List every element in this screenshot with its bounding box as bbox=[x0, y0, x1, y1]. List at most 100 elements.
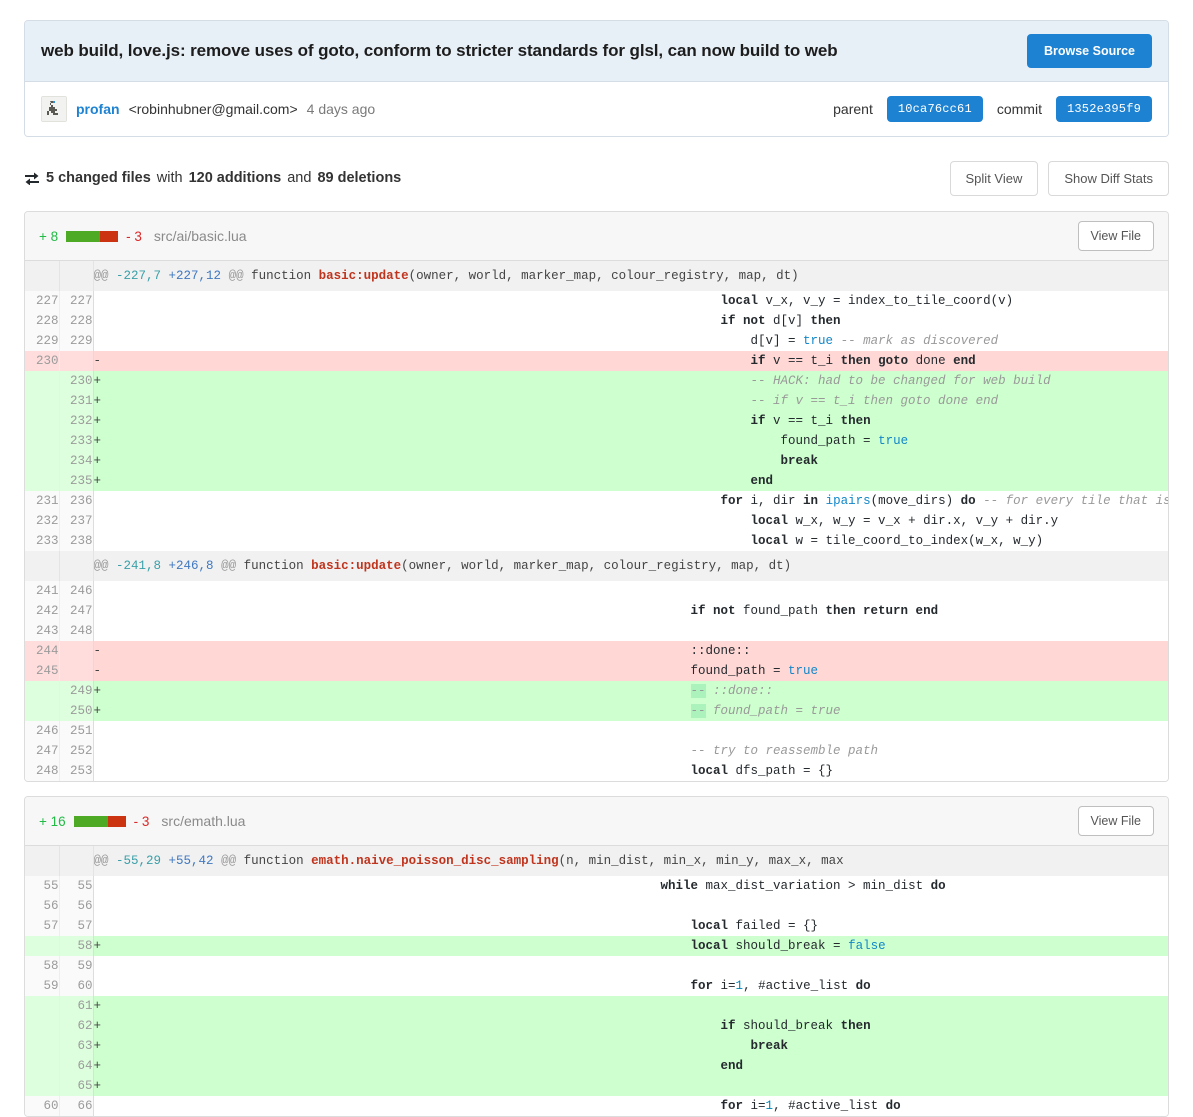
line-number-old[interactable]: 59 bbox=[25, 976, 60, 996]
line-number-old[interactable]: 232 bbox=[25, 511, 60, 531]
line-number-new[interactable]: 65 bbox=[59, 1076, 94, 1096]
line-number-old[interactable]: 248 bbox=[25, 761, 60, 781]
line-number-old[interactable] bbox=[25, 431, 60, 451]
line-number-new[interactable]: 247 bbox=[59, 601, 94, 621]
line-number-old[interactable]: 241 bbox=[25, 581, 60, 601]
browse-source-button[interactable]: Browse Source bbox=[1026, 34, 1152, 68]
line-number-new[interactable]: 233 bbox=[59, 431, 94, 451]
line-number-old[interactable]: 57 bbox=[25, 916, 60, 936]
line-number-new[interactable]: 252 bbox=[59, 741, 94, 761]
line-number-new[interactable]: 253 bbox=[59, 761, 94, 781]
line-number-new[interactable]: 66 bbox=[59, 1096, 94, 1116]
diff-icon bbox=[24, 171, 40, 186]
line-number-new[interactable]: 229 bbox=[59, 331, 94, 351]
line-number-old[interactable]: 227 bbox=[25, 291, 60, 311]
line-code: local should_break = false bbox=[630, 936, 1168, 956]
split-view-button[interactable]: Split View bbox=[949, 160, 1039, 196]
line-number-new[interactable]: 248 bbox=[59, 621, 94, 641]
line-code bbox=[630, 956, 1168, 976]
line-change-marker bbox=[93, 511, 631, 531]
line-number-old[interactable]: 231 bbox=[25, 491, 60, 511]
line-number-new[interactable]: 236 bbox=[59, 491, 94, 511]
diff-hunk-header-row: @@ -227,7 +227,12 @@ function basic:upda… bbox=[25, 261, 1168, 291]
line-number-old[interactable] bbox=[25, 451, 60, 471]
diff-line-row: 242 247 if not found_path then return end bbox=[25, 601, 1168, 621]
line-number-new[interactable] bbox=[59, 641, 94, 661]
line-number-old[interactable] bbox=[25, 1016, 60, 1036]
line-number-new[interactable] bbox=[59, 351, 94, 371]
line-number-old[interactable]: 247 bbox=[25, 741, 60, 761]
line-number-new[interactable]: 246 bbox=[59, 581, 94, 601]
line-change-marker: + bbox=[93, 936, 631, 956]
line-number-old[interactable] bbox=[25, 411, 60, 431]
line-number-new[interactable]: 249 bbox=[59, 681, 94, 701]
line-code: -- ::done:: bbox=[630, 681, 1168, 701]
author-name[interactable]: profan bbox=[76, 101, 120, 117]
view-file-button[interactable]: View File bbox=[1077, 806, 1154, 836]
line-change-marker bbox=[93, 1096, 631, 1116]
line-number-old[interactable] bbox=[25, 996, 60, 1016]
line-change-marker bbox=[93, 721, 631, 741]
line-number-old[interactable]: 55 bbox=[25, 876, 60, 896]
line-number-old[interactable] bbox=[25, 701, 60, 721]
line-number-new[interactable]: 234 bbox=[59, 451, 94, 471]
line-number-old[interactable] bbox=[25, 391, 60, 411]
line-number-new[interactable]: 57 bbox=[59, 916, 94, 936]
line-number-new[interactable]: 230 bbox=[59, 371, 94, 391]
line-number-old[interactable] bbox=[25, 1076, 60, 1096]
files-changed-count: 5 changed files bbox=[46, 170, 151, 186]
commit-sha-link[interactable]: 1352e395f9 bbox=[1055, 96, 1152, 122]
line-number-new[interactable]: 250 bbox=[59, 701, 94, 721]
line-code: local v_x, v_y = index_to_tile_coord(v) bbox=[630, 291, 1168, 311]
line-number-old[interactable]: 242 bbox=[25, 601, 60, 621]
line-number-old[interactable]: 244 bbox=[25, 641, 60, 661]
line-number-old[interactable] bbox=[25, 936, 60, 956]
line-change-marker bbox=[93, 876, 631, 896]
show-diff-stats-button[interactable]: Show Diff Stats bbox=[1048, 160, 1169, 196]
line-number-new[interactable]: 251 bbox=[59, 721, 94, 741]
line-number-old[interactable]: 243 bbox=[25, 621, 60, 641]
line-code bbox=[630, 621, 1168, 641]
line-number-new[interactable]: 59 bbox=[59, 956, 94, 976]
line-number-old[interactable]: 60 bbox=[25, 1096, 60, 1116]
line-number-new[interactable]: 64 bbox=[59, 1056, 94, 1076]
line-number-old[interactable]: 245 bbox=[25, 661, 60, 681]
line-number-new[interactable]: 56 bbox=[59, 896, 94, 916]
line-number-old[interactable]: 230 bbox=[25, 351, 60, 371]
line-number-new[interactable]: 60 bbox=[59, 976, 94, 996]
line-number-old[interactable]: 58 bbox=[25, 956, 60, 976]
line-number-new[interactable]: 61 bbox=[59, 996, 94, 1016]
line-number-old[interactable] bbox=[25, 681, 60, 701]
line-number-old[interactable] bbox=[25, 371, 60, 391]
file-path[interactable]: src/emath.lua bbox=[161, 813, 245, 829]
line-number-new[interactable]: 231 bbox=[59, 391, 94, 411]
line-number-new[interactable]: 62 bbox=[59, 1016, 94, 1036]
line-number-new[interactable]: 227 bbox=[59, 291, 94, 311]
hunk-header-text: @@ -241,8 +246,8 @@ function basic:updat… bbox=[93, 551, 1168, 581]
line-number-old[interactable]: 228 bbox=[25, 311, 60, 331]
line-number-old[interactable]: 246 bbox=[25, 721, 60, 741]
diff-line-row: 62 + if should_break then bbox=[25, 1016, 1168, 1036]
line-number-old[interactable]: 229 bbox=[25, 331, 60, 351]
file-path[interactable]: src/ai/basic.lua bbox=[154, 228, 247, 244]
commit-header-card: web build, love.js: remove uses of goto,… bbox=[24, 20, 1169, 137]
line-number-new[interactable] bbox=[59, 661, 94, 681]
line-number-old[interactable] bbox=[25, 1036, 60, 1056]
line-number-new[interactable]: 58 bbox=[59, 936, 94, 956]
line-number-new[interactable]: 238 bbox=[59, 531, 94, 551]
line-number-new[interactable]: 237 bbox=[59, 511, 94, 531]
line-number-new[interactable]: 232 bbox=[59, 411, 94, 431]
line-change-marker bbox=[93, 976, 631, 996]
view-file-button[interactable]: View File bbox=[1077, 221, 1154, 251]
parent-sha-link[interactable]: 10ca76cc61 bbox=[886, 96, 983, 122]
line-number-new[interactable]: 235 bbox=[59, 471, 94, 491]
line-number-old[interactable]: 233 bbox=[25, 531, 60, 551]
line-number-old[interactable] bbox=[25, 1056, 60, 1076]
file-deletions-count: - 3 bbox=[133, 813, 150, 829]
line-change-marker bbox=[93, 761, 631, 781]
line-number-new[interactable]: 228 bbox=[59, 311, 94, 331]
line-number-old[interactable]: 56 bbox=[25, 896, 60, 916]
line-number-new[interactable]: 55 bbox=[59, 876, 94, 896]
line-number-new[interactable]: 63 bbox=[59, 1036, 94, 1056]
line-number-old[interactable] bbox=[25, 471, 60, 491]
